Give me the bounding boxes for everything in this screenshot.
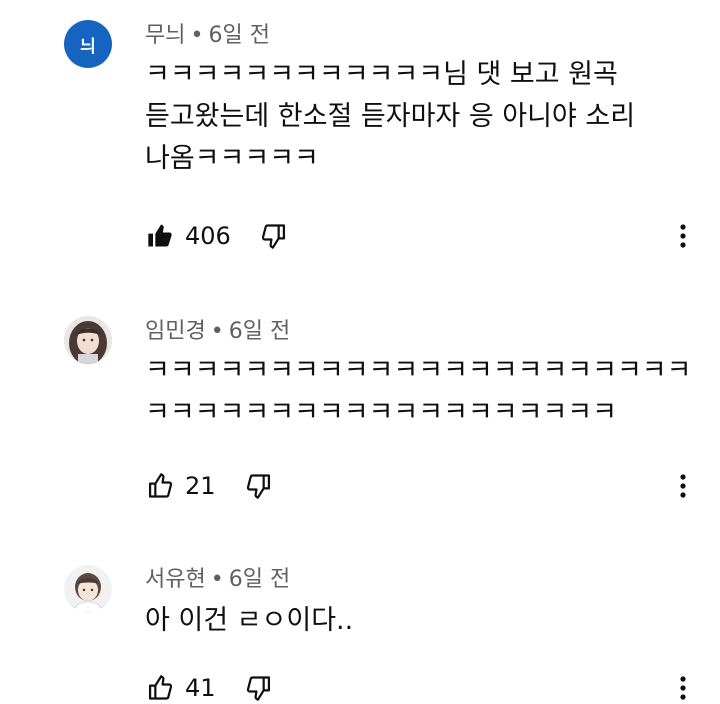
- dislike-button[interactable]: [259, 221, 289, 251]
- thumbs-down-icon: [246, 474, 270, 499]
- author-name[interactable]: 임민경: [145, 319, 206, 344]
- meta-separator: •: [210, 567, 224, 592]
- more-vertical-icon: [680, 224, 686, 248]
- comment-text-line: ㅋㅋㅋㅋㅋㅋㅋㅋㅋㅋㅋㅋ님 댓 보고 원곡: [145, 59, 618, 90]
- comment-actions: 406: [145, 220, 289, 252]
- more-options-button[interactable]: [668, 470, 698, 502]
- comment-meta: 임민경 • 6일 전: [145, 318, 290, 346]
- like-count: 41: [185, 674, 216, 702]
- comment-actions: 21: [145, 470, 274, 502]
- more-options-button[interactable]: [668, 220, 698, 252]
- meta-separator: •: [190, 23, 204, 48]
- comment-text-line: 아 이건 ㄹㅇ이다..: [145, 605, 354, 636]
- dislike-button[interactable]: [244, 673, 274, 703]
- thumbs-down-icon: [261, 224, 285, 249]
- comment-text: ㅋㅋㅋㅋㅋㅋㅋㅋㅋㅋㅋㅋㅋㅋㅋㅋㅋㅋㅋㅋㅋㅋ ㅋㅋㅋㅋㅋㅋㅋㅋㅋㅋㅋㅋㅋㅋㅋㅋㅋ…: [145, 350, 705, 434]
- comment-text-line: ㅋㅋㅋㅋㅋㅋㅋㅋㅋㅋㅋㅋㅋㅋㅋㅋㅋㅋㅋㅋㅋㅋ: [145, 355, 692, 386]
- comment-text: 아 이건 ㄹㅇ이다..: [145, 600, 705, 642]
- avatar[interactable]: 늬: [64, 20, 112, 68]
- comment-time[interactable]: 6일 전: [229, 319, 290, 344]
- dislike-button[interactable]: [244, 471, 274, 501]
- avatar-initial: 늬: [80, 36, 96, 57]
- avatar-photo-icon: [64, 565, 112, 613]
- author-name[interactable]: 무늬: [145, 23, 185, 48]
- comment-meta: 서유현 • 6일 전: [145, 566, 290, 594]
- author-name[interactable]: 서유현: [145, 567, 206, 592]
- avatar[interactable]: [64, 565, 112, 613]
- like-button[interactable]: [145, 673, 175, 703]
- comment-actions: 41: [145, 672, 274, 704]
- comment-meta: 무늬 • 6일 전: [145, 22, 270, 50]
- comment-time[interactable]: 6일 전: [208, 23, 269, 48]
- thumbs-up-icon: [148, 675, 173, 700]
- thumbs-up-icon: [148, 473, 173, 498]
- comment-time[interactable]: 6일 전: [229, 567, 290, 592]
- like-count: 21: [185, 472, 216, 500]
- comment-text-line: 나옴ㅋㅋㅋㅋㅋ: [145, 143, 319, 174]
- comment-text: ㅋㅋㅋㅋㅋㅋㅋㅋㅋㅋㅋㅋ님 댓 보고 원곡 듣고왔는데 한소절 듣자마자 응 아…: [145, 54, 705, 180]
- like-button[interactable]: [145, 221, 175, 251]
- thumbs-up-filled-icon: [148, 224, 172, 247]
- more-options-button[interactable]: [668, 672, 698, 704]
- comment-text-line: 듣고왔는데 한소절 듣자마자 응 아니야 소리: [145, 101, 636, 132]
- thumbs-down-icon: [246, 676, 270, 701]
- avatar-photo-icon: [64, 316, 112, 364]
- avatar[interactable]: [64, 316, 112, 364]
- more-vertical-icon: [680, 474, 686, 498]
- more-vertical-icon: [680, 676, 686, 700]
- like-button[interactable]: [145, 471, 175, 501]
- meta-separator: •: [210, 319, 224, 344]
- like-count: 406: [185, 222, 231, 250]
- comment-text-line: ㅋㅋㅋㅋㅋㅋㅋㅋㅋㅋㅋㅋㅋㅋㅋㅋㅋㅋㅋ: [145, 397, 617, 428]
